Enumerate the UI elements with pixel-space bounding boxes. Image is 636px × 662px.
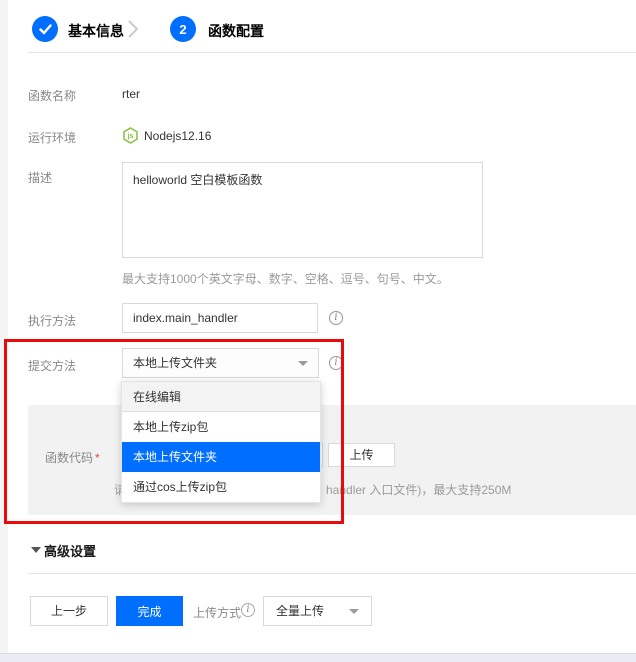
description-textarea[interactable]: helloworld 空白模板函数 <box>122 162 483 258</box>
handler-input[interactable] <box>122 303 318 333</box>
description-hint: 最大支持1000个英文字母、数字、空格、逗号、句号、中文。 <box>122 270 449 287</box>
check-icon <box>39 24 52 35</box>
step1-done-circle <box>32 16 58 42</box>
step1-label: 基本信息 <box>68 21 124 41</box>
runtime-value: Nodejs12.16 <box>144 129 211 143</box>
page-bottom-gutter <box>0 653 636 662</box>
step2-number-circle: 2 <box>170 16 196 42</box>
finish-button[interactable]: 完成 <box>116 596 183 626</box>
function-config-page: 基本信息 2 函数配置 函数名称 rter 运行环境 js Nodejs12.1… <box>0 0 636 662</box>
runtime-label: 运行环境 <box>28 129 76 146</box>
handler-info-icon[interactable]: i <box>329 311 343 325</box>
description-label: 描述 <box>28 169 52 186</box>
annotation-red-box <box>4 339 344 524</box>
step2-label: 函数配置 <box>208 21 264 41</box>
code-hint-text: handler 入口文件)，最大支持250M <box>326 481 511 498</box>
function-name-value: rter <box>122 87 140 101</box>
footer-divider <box>28 573 636 574</box>
triangle-down-icon <box>31 547 41 553</box>
svg-text:js: js <box>127 133 134 140</box>
upload-mode-selected-value: 全量上传 <box>276 604 324 618</box>
chevron-down-icon <box>349 609 359 614</box>
upload-mode-label-text: 上传方式 <box>193 606 241 620</box>
page-left-gutter <box>0 0 8 653</box>
upload-mode-select[interactable]: 全量上传 <box>263 596 372 626</box>
advanced-settings-toggle[interactable]: 高级设置 <box>44 541 96 560</box>
step2-number: 2 <box>179 22 186 37</box>
nodejs-icon: js <box>122 127 139 144</box>
upload-mode-label: 上传方式 <box>193 604 241 621</box>
handler-label: 执行方法 <box>28 312 76 329</box>
previous-step-button[interactable]: 上一步 <box>30 596 108 626</box>
function-name-label: 函数名称 <box>28 87 76 104</box>
header-divider <box>28 52 636 53</box>
chevron-right-icon <box>127 19 139 39</box>
upload-mode-info-icon[interactable]: i <box>241 603 255 617</box>
